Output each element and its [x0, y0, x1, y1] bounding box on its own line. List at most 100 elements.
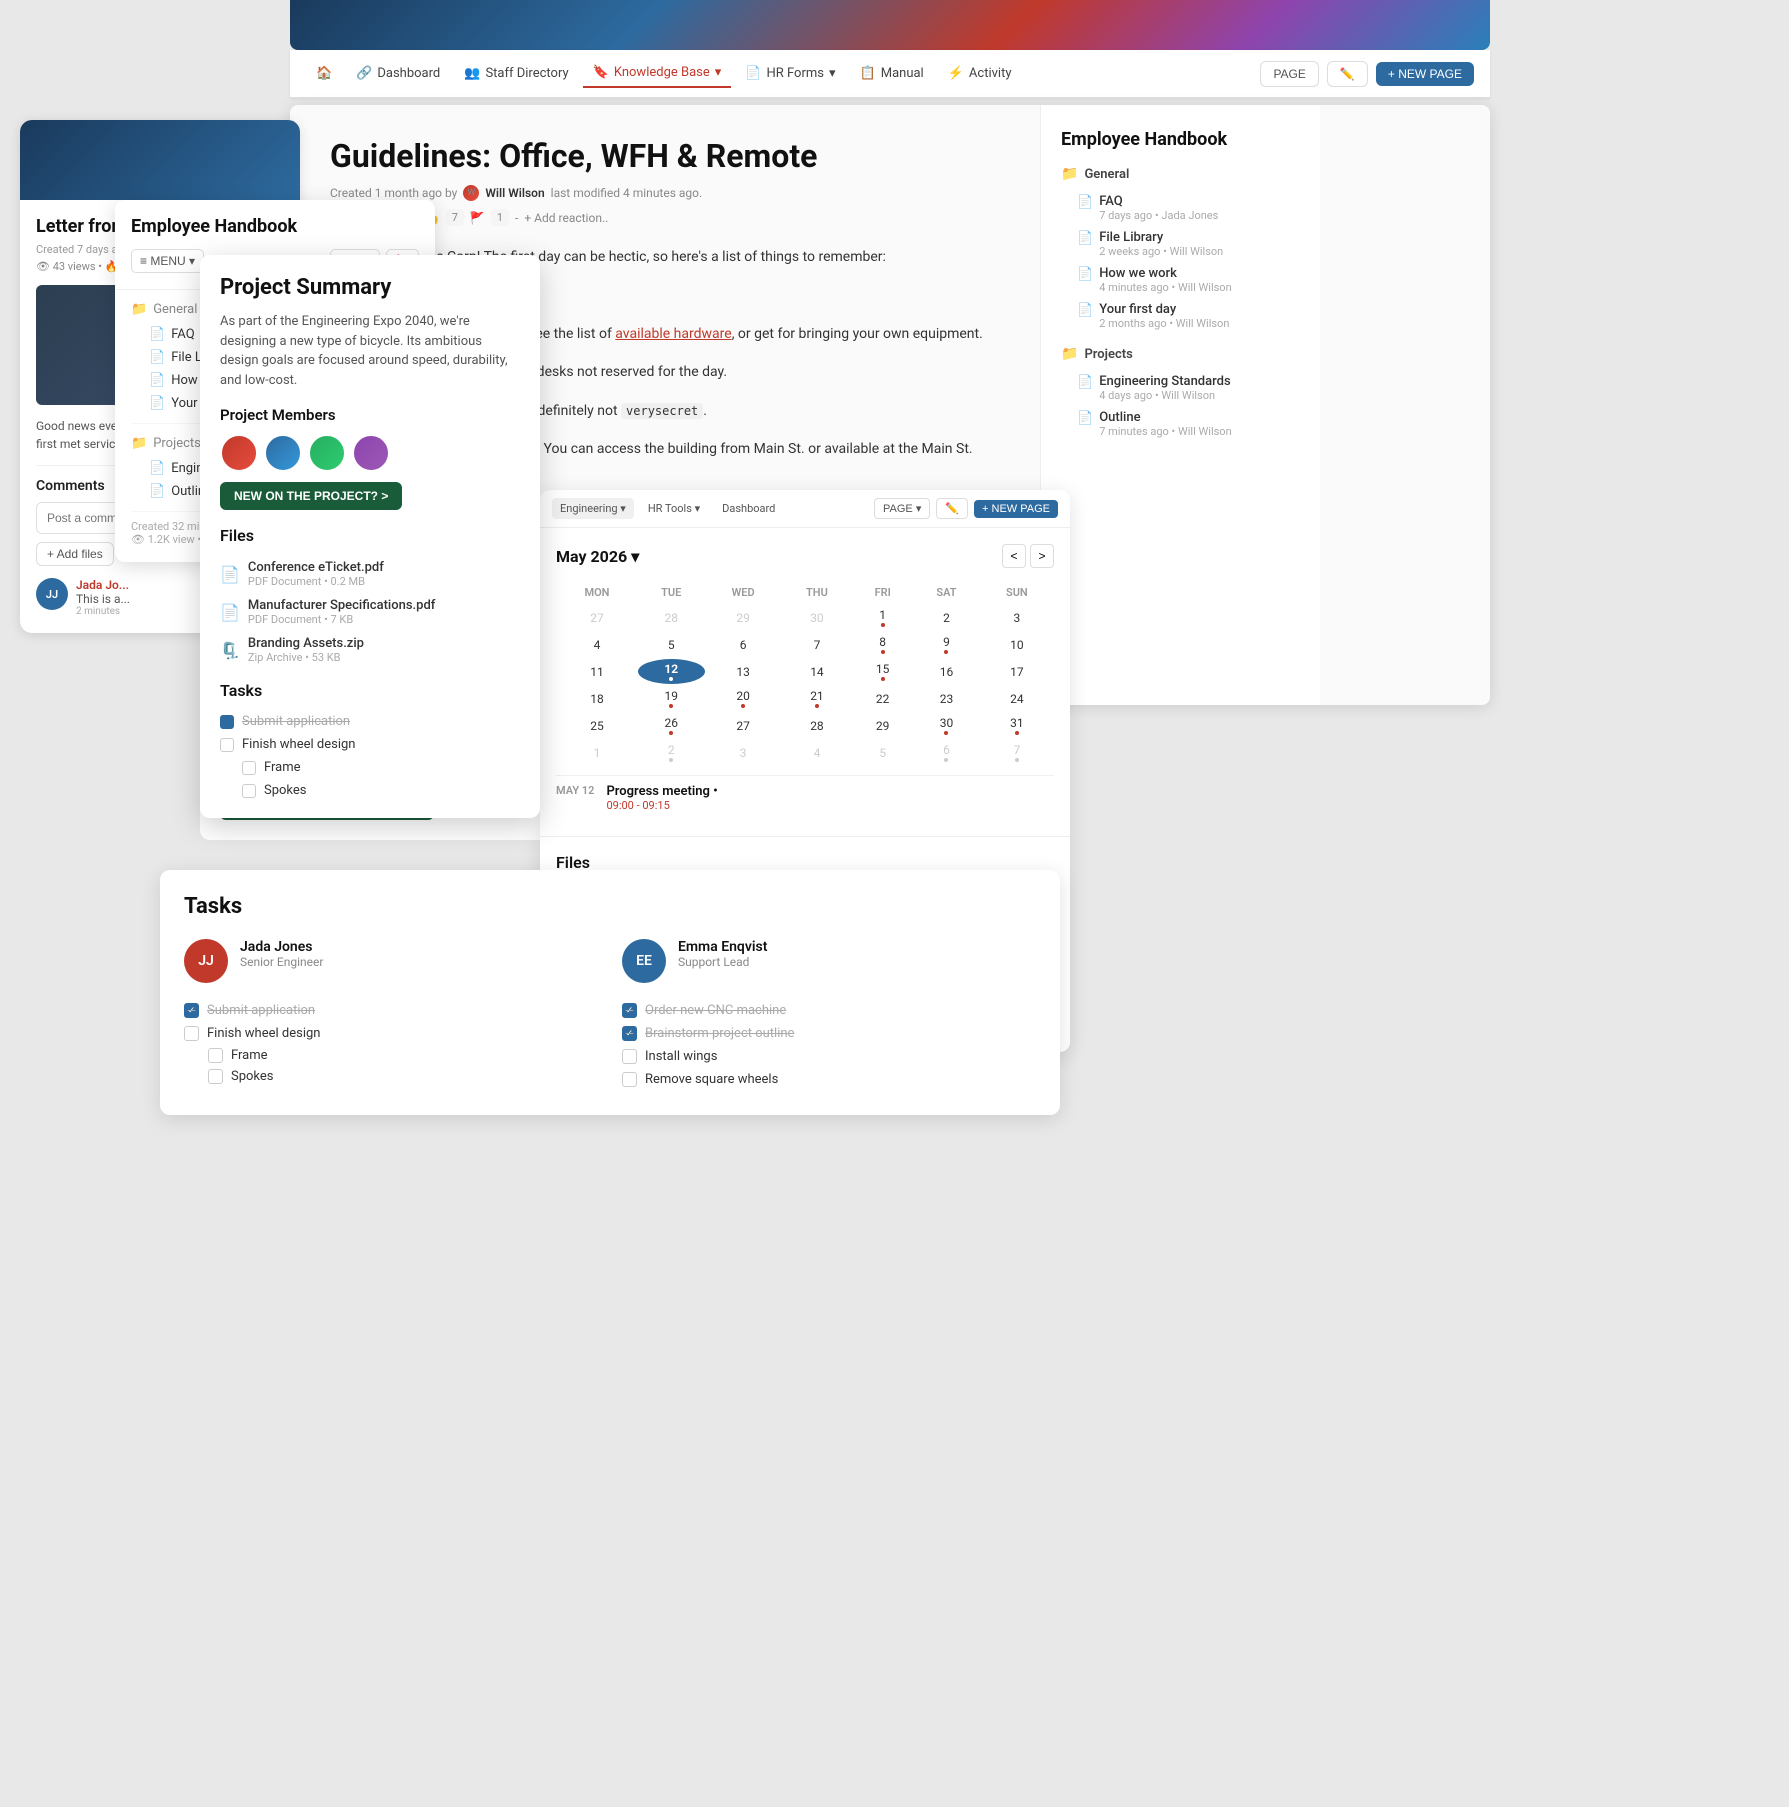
cal-day[interactable]: 7: [982, 740, 1052, 765]
bottom-nav-hr-tools[interactable]: HR Tools ▾: [640, 498, 708, 519]
nav-manual[interactable]: 📋 Manual: [850, 60, 934, 87]
nav-activity[interactable]: ⚡ Activity: [938, 60, 1022, 87]
cal-day[interactable]: 31: [982, 713, 1052, 738]
cal-day[interactable]: 30: [782, 605, 852, 630]
cal-day[interactable]: 2: [913, 605, 979, 630]
cal-day[interactable]: 27: [558, 605, 636, 630]
bottom-edit-btn[interactable]: ✏️: [936, 498, 968, 519]
task-cb-jada-3[interactable]: [208, 1048, 223, 1063]
cal-prev-btn[interactable]: <: [1002, 544, 1026, 568]
cal-day[interactable]: 28: [782, 713, 852, 738]
cal-day[interactable]: 3: [707, 740, 780, 765]
bottom-nav-dashboard[interactable]: Dashboard: [714, 498, 783, 519]
cal-next-btn[interactable]: >: [1030, 544, 1054, 568]
people-icon: 👥: [464, 66, 480, 81]
cal-day[interactable]: 19: [638, 686, 705, 711]
file-item-1[interactable]: 📄 Conference eTicket.pdf PDF Document • …: [220, 555, 520, 593]
cal-day[interactable]: 27: [707, 713, 780, 738]
doc-icon: 📄: [1077, 303, 1093, 318]
cal-day[interactable]: 1: [854, 605, 911, 630]
cal-day[interactable]: 10: [982, 632, 1052, 657]
sidebar-item-engineering[interactable]: 📄 Engineering Standards 4 days ago • Wil…: [1061, 370, 1300, 406]
cal-day[interactable]: 21: [782, 686, 852, 711]
page-button[interactable]: PAGE: [1260, 61, 1318, 87]
nav-knowledge-base[interactable]: 🔖 Knowledge Base ▾: [583, 59, 732, 88]
task-cb-jada-4[interactable]: [208, 1069, 223, 1084]
task-cb-emma-2[interactable]: ✓: [622, 1026, 637, 1041]
nav-home[interactable]: 🏠: [306, 60, 342, 87]
cal-day[interactable]: 5: [638, 632, 705, 657]
cal-day[interactable]: 15: [854, 659, 911, 684]
new-on-project-button[interactable]: NEW ON THE PROJECT? >: [220, 482, 402, 510]
task-cb-jada-2[interactable]: [184, 1026, 199, 1041]
cal-day[interactable]: 6: [707, 632, 780, 657]
cal-day[interactable]: 2: [638, 740, 705, 765]
cal-day[interactable]: 16: [913, 659, 979, 684]
cal-day[interactable]: 18: [558, 686, 636, 711]
cal-day[interactable]: 6: [913, 740, 979, 765]
cal-day[interactable]: 5: [854, 740, 911, 765]
cal-day[interactable]: 23: [913, 686, 979, 711]
task-checkbox-submit[interactable]: [220, 715, 234, 729]
cal-day[interactable]: 4: [558, 632, 636, 657]
cal-day[interactable]: 1: [558, 740, 636, 765]
menu-button[interactable]: ≡ MENU ▾: [131, 249, 204, 273]
task-cb-emma-4[interactable]: [622, 1072, 637, 1087]
sidebar-item-file-library[interactable]: 📄 File Library 2 weeks ago • Will Wilson: [1061, 226, 1300, 262]
cal-day[interactable]: 22: [854, 686, 911, 711]
task-cb-emma-1[interactable]: ✓: [622, 1003, 637, 1018]
task-cb-emma-3[interactable]: [622, 1049, 637, 1064]
nav-staff-directory[interactable]: 👥 Staff Directory: [454, 60, 578, 87]
cal-day[interactable]: 3: [982, 605, 1052, 630]
cal-day[interactable]: 29: [707, 605, 780, 630]
nav-dashboard[interactable]: 🔗 Dashboard: [346, 60, 450, 87]
bottom-page-btn[interactable]: PAGE ▾: [874, 498, 930, 519]
page-meta: Created 1 month ago by W Will Wilson las…: [330, 185, 1000, 201]
bottom-nav-engineering[interactable]: Engineering ▾: [552, 498, 634, 519]
cal-day[interactable]: 20: [707, 686, 780, 711]
ceo-card-header: [20, 120, 300, 200]
home-icon: 🏠: [316, 66, 332, 81]
sidebar-item-faq[interactable]: 📄 FAQ 7 days ago • Jada Jones: [1061, 190, 1300, 226]
cal-day[interactable]: 17: [982, 659, 1052, 684]
cal-day[interactable]: 28: [638, 605, 705, 630]
task-person-emma: EE Emma Enqvist Support Lead: [622, 939, 1036, 983]
task-cb-jada-1[interactable]: ✓: [184, 1003, 199, 1018]
cal-day[interactable]: 29: [854, 713, 911, 738]
bottom-new-page-btn[interactable]: + NEW PAGE: [974, 500, 1058, 518]
task-checkbox-frame[interactable]: [242, 761, 256, 775]
cal-day[interactable]: 11: [558, 659, 636, 684]
calendar-event[interactable]: MAY 12 Progress meeting • 09:00 - 09:15: [556, 775, 1054, 820]
sidebar-item-your-first-day[interactable]: 📄 Your first day 2 months ago • Will Wil…: [1061, 298, 1300, 334]
sidebar-item-how-we-work[interactable]: 📄 How we work 4 minutes ago • Will Wilso…: [1061, 262, 1300, 298]
cal-header-sat: SAT: [913, 582, 979, 603]
hero-banner: [290, 0, 1490, 50]
file-item-2[interactable]: 📄 Manufacturer Specifications.pdf PDF Do…: [220, 593, 520, 631]
file-item-3[interactable]: 🗜️ Branding Assets.zip Zip Archive • 53 …: [220, 631, 520, 669]
project-title: Project Summary: [220, 275, 520, 300]
cal-day[interactable]: 4: [782, 740, 852, 765]
cal-day[interactable]: 9: [913, 632, 979, 657]
cal-day[interactable]: 8: [854, 632, 911, 657]
nav-hr-forms[interactable]: 📄 HR Forms ▾: [735, 60, 845, 87]
edit-button[interactable]: ✏️: [1327, 61, 1368, 87]
cal-day[interactable]: 13: [707, 659, 780, 684]
sidebar-item-outline[interactable]: 📄 Outline 7 minutes ago • Will Wilson: [1061, 406, 1300, 442]
available-hardware-link[interactable]: available hardware: [615, 326, 731, 342]
add-reaction[interactable]: + Add reaction..: [524, 211, 608, 225]
cal-day[interactable]: 25: [558, 713, 636, 738]
add-files-button[interactable]: + Add files: [36, 542, 114, 566]
chevron-down-icon: ▾: [715, 65, 722, 80]
cal-day[interactable]: 26: [638, 713, 705, 738]
doc-icon: 📄: [1077, 195, 1093, 210]
cal-day[interactable]: 7: [782, 632, 852, 657]
task-checkbox-spokes[interactable]: [242, 784, 256, 798]
wifi-password: verysecret: [621, 403, 703, 419]
new-page-button[interactable]: + NEW PAGE: [1376, 62, 1474, 86]
cal-today[interactable]: 12: [638, 659, 705, 684]
task-checkbox-wheel[interactable]: [220, 738, 234, 752]
cal-day[interactable]: 24: [982, 686, 1052, 711]
author-avatar: W: [463, 185, 479, 201]
cal-day[interactable]: 30: [913, 713, 979, 738]
cal-day[interactable]: 14: [782, 659, 852, 684]
